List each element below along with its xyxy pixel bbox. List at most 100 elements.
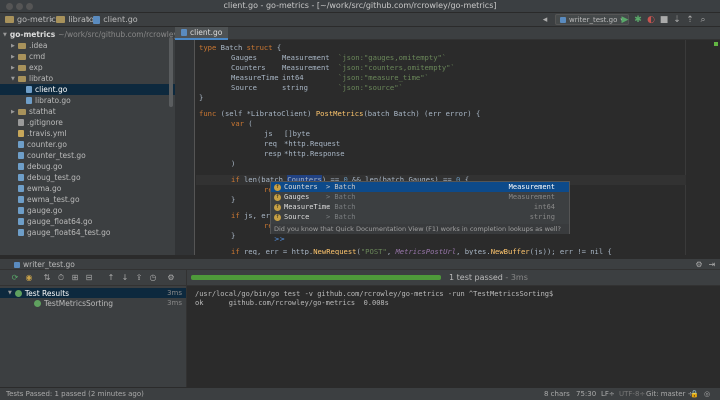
code-line: `json:"counters,omitempty"` [338,63,455,72]
folder-icon [18,64,26,71]
line-gutter[interactable] [175,40,195,255]
go-file-icon [26,86,32,93]
hide-panel-icon[interactable]: ⇥ [707,260,717,270]
inspection-ok-icon[interactable] [714,42,718,46]
export-icon[interactable]: ⇪ [134,273,144,283]
code-line: Counters [231,63,266,72]
sort-alpha-icon[interactable]: ⇅ [42,273,52,283]
collapse-arrow-icon: ▶ [11,64,15,71]
tree-item-travis-yml[interactable]: .travis.yml [0,128,175,139]
history-icon[interactable]: ◷ [148,273,158,283]
completion-item[interactable]: f Gauges > Batch Measurement [271,192,569,202]
completion-item[interactable]: f MeasureTime > Batch int64 [271,202,569,212]
search-everywhere-icon[interactable]: ⌕ [698,15,708,25]
tree-item-gauge-float64-test-go[interactable]: gauge_float64_test.go [0,227,175,238]
test-suite-row[interactable]: ▼ Test Results 3ms [0,288,186,298]
chevron-right-icon: › [87,15,91,24]
go-file-icon [18,152,24,159]
test-status: 1 test passed - 3ms [449,273,528,282]
back-arrow-icon[interactable]: ◂ [540,15,550,25]
go-file-icon [18,229,24,236]
run-console[interactable]: 1 test passed - 3ms /usr/local/go/bin/go… [186,270,720,387]
tree-item-debug-test-go[interactable]: debug_test.go [0,172,175,183]
run-tool-window-header: writer_test.go ⚙ ⇥ [0,258,720,270]
tree-item-librato-go[interactable]: librato.go [0,95,175,106]
go-file-icon [181,29,187,36]
next-test-icon[interactable]: ↓ [120,273,130,283]
completion-item[interactable]: f Source > Batch string [271,212,569,222]
code-line: *http.Response [284,149,345,158]
file-encoding[interactable]: UTF-8÷ [619,390,645,398]
breadcrumb-file[interactable]: › client.go [87,15,138,24]
code-line: Measurement [282,53,330,62]
expand-all-icon[interactable]: ⊞ [70,273,80,283]
tree-item-client-go[interactable]: client.go [0,84,175,95]
status-message[interactable]: Tests Passed: 1 passed (2 minutes ago) [6,390,144,398]
line-separator[interactable]: LF÷ [601,390,615,398]
test-passed-icon [14,289,22,297]
project-root[interactable]: ▼ go-metrics ~/work/src/github.com/rcrow… [0,29,175,40]
folder-icon [5,16,14,23]
completion-item[interactable]: f Counters > Batch Measurement [271,182,569,192]
run-tab[interactable]: writer_test.go [14,260,75,269]
code-line: } [231,231,236,240]
lock-icon[interactable]: 🔒 [690,390,699,398]
go-file-icon [18,207,24,214]
previous-test-icon[interactable]: ↑ [106,273,116,283]
coverage-icon[interactable]: ◐ [646,15,656,25]
completion-hint: Did you know that Quick Documentation Vi… [271,224,569,243]
run-icon[interactable]: ▶ [620,15,630,25]
folder-icon [18,53,26,60]
code-line: Measurement [282,63,330,72]
selection-chars: 8 chars [544,390,570,398]
chevron-right-icon: › [50,15,54,24]
project-scrollbar[interactable] [169,37,173,107]
git-branch[interactable]: Git: master ÷ [646,390,693,398]
code-line: Gauges [231,53,257,62]
navigation-bar: go-metrics › librato › client.go ◂ write… [0,13,720,27]
code-line: `json:"gauges,omitempty"` [338,53,447,62]
right-margin-guide [685,40,686,255]
go-file-icon [93,15,101,24]
tree-item-gauge-go[interactable]: gauge.go [0,205,175,216]
test-progress-bar [191,275,441,280]
tree-item-debug-go[interactable]: debug.go [0,161,175,172]
collapse-all-icon[interactable]: ⊟ [84,273,94,283]
tree-item-librato[interactable]: ▼ librato [0,73,175,84]
tree-item-exp[interactable]: ▶ exp [0,62,175,73]
stop-icon[interactable]: ■ [659,15,669,25]
rerun-icon[interactable]: ⟳ [10,273,20,283]
field-icon: f [274,183,281,191]
tree-item-counter-go[interactable]: counter.go [0,139,175,150]
folder-icon [18,42,26,49]
tree-item-counter-test-go[interactable]: counter_test.go [0,150,175,161]
settings-gear-icon[interactable]: ⚙ [166,273,176,283]
code-line: if js, err [231,211,275,220]
vcs-commit-icon[interactable]: ⇡ [685,15,695,25]
debug-icon[interactable]: ✱ [633,15,643,25]
tree-item-gitignore[interactable]: .gitignore [0,117,175,128]
project-panel: ▼ go-metrics ~/work/src/github.com/rcrow… [0,27,175,255]
vcs-update-icon[interactable]: ⇣ [672,15,682,25]
tab-client-go[interactable]: client.go [175,27,229,40]
tree-item-ewma-test-go[interactable]: ewma_test.go [0,194,175,205]
run-configuration-select[interactable]: writer_test.go ▾ [555,14,629,25]
tree-item-stathat[interactable]: ▶ stathat [0,106,175,117]
tree-item-ewma-go[interactable]: ewma.go [0,183,175,194]
toggle-auto-test-icon[interactable]: ◉ [24,273,34,283]
tree-item-idea[interactable]: ▶ .idea [0,40,175,51]
tree-item-gauge-float64-go[interactable]: gauge_float64.go [0,216,175,227]
hint-more-link[interactable]: >> [274,235,285,243]
code-line: `json:"measure_time"` [338,73,429,82]
yaml-file-icon [18,130,24,137]
test-case-row[interactable]: TestMetricsSorting 3ms [0,298,186,308]
caret-position[interactable]: 75:30 [576,390,596,398]
tree-item-cmd[interactable]: ▶ cmd [0,51,175,62]
settings-gear-icon[interactable]: ⚙ [694,260,704,270]
code-line: func (self *LibratoClient) PostMetrics(b… [199,109,481,118]
sort-duration-icon[interactable]: ⏱ [56,273,66,283]
go-file-icon [18,163,24,170]
collapse-arrow-icon: ▶ [11,53,15,60]
event-log-icon[interactable]: ◎ [704,390,710,398]
code-line: req [264,139,277,148]
